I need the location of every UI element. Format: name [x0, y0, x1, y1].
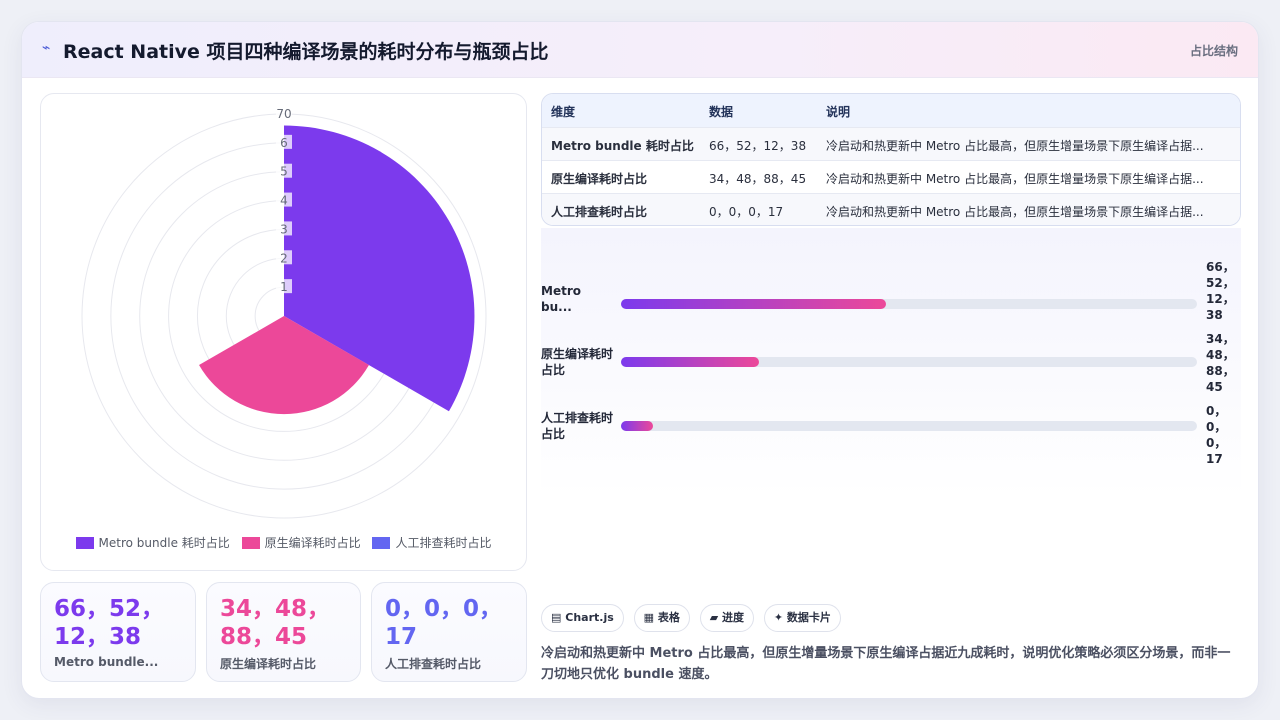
table-cell: 人工排查耗时占比 [551, 205, 648, 219]
table-header-cell: 维度 [551, 105, 576, 119]
stat-card-metro: 66，52，12，38 Metro bundle... [40, 582, 196, 682]
stat-value: 66，52，12，38 [54, 596, 165, 650]
progress-fill [621, 421, 653, 431]
header-tag: 占比结构 [1189, 44, 1238, 58]
bolt-icon: ⌁ [42, 40, 51, 56]
progress-value: 34，48，88，45 [1206, 332, 1235, 394]
header-bar: ⌁ React Native 项目四种编译场景的耗时分布与瓶颈占比 占比结构 [22, 22, 1258, 78]
table-cell: 66，52，12，38 [709, 139, 807, 153]
table-cell: 冷启动和热更新中 Metro 占比最高，但原生增量场景下原生编译占据... [826, 172, 1204, 186]
table-icon: ▦ [643, 611, 655, 624]
progress-list: Metro bu... 66，52，12，38 原生编译耗时占比 34，48，8… [541, 228, 1241, 498]
legend-item-manual[interactable]: 人工排查耗时占比 [372, 534, 491, 551]
progress-value: 0，0，0，17 [1206, 404, 1227, 466]
progress-label: 人工排查耗时占比 [541, 411, 614, 441]
table-header-row: 维度 数据 说明 [542, 94, 1240, 127]
r-tick-label: 5 [280, 165, 288, 179]
feature-chips: ▤ Chart.js ▦ 表格 ▰ 进度 ✦ 数据卡片 [541, 604, 847, 632]
table-row: Metro bundle 耗时占比 66，52，12，38 冷启动和热更新中 M… [542, 127, 1240, 160]
data-table: 维度 数据 说明 Metro bundle 耗时占比 66，52，12，38 冷… [541, 93, 1241, 226]
sparkle-icon: ✦ [773, 611, 784, 624]
stat-label: Metro bundle... [54, 655, 159, 669]
table-row: 原生编译耗时占比 34，48，88，45 冷启动和热更新中 Metro 占比最高… [542, 160, 1240, 193]
r-tick-label: 6 [280, 136, 288, 150]
table-cell: 冷启动和热更新中 Metro 占比最高，但原生增量场景下原生编译占据... [826, 139, 1204, 153]
table-row: 人工排查耗时占比 0，0，0，17 冷启动和热更新中 Metro 占比最高，但原… [542, 193, 1240, 225]
chart-legend: Metro bundle 耗时占比 原生编译耗时占比 人工排查耗时占比 [41, 534, 526, 551]
progress-track [621, 357, 1197, 367]
chip-chartjs[interactable]: ▤ Chart.js [541, 604, 624, 632]
polar-chart-panel: 1 2 3 4 5 6 70 Metro bundle 耗时占比 原生编译耗时占比 人工排查… [40, 93, 527, 571]
chip-progress[interactable]: ▰ 进度 [699, 604, 755, 632]
table-header-cell: 数据 [709, 105, 734, 119]
stat-label: 人工排查耗时占比 [385, 657, 482, 671]
table-cell: 0，0，0，17 [709, 205, 784, 219]
table-cell: 原生编译耗时占比 [551, 172, 648, 186]
r-tick-label: 1 [280, 280, 288, 294]
r-tick-label: 2 [280, 251, 288, 265]
progress-value: 66，52，12，38 [1206, 260, 1235, 322]
r-tick-label: 70 [276, 107, 291, 121]
page-title: React Native 项目四种编译场景的耗时分布与瓶颈占比 [63, 41, 549, 63]
dashboard-card: ⌁ React Native 项目四种编译场景的耗时分布与瓶颈占比 占比结构 1… [21, 21, 1259, 699]
table-cell: Metro bundle 耗时占比 [551, 139, 694, 153]
progress-fill [621, 299, 886, 309]
progress-label: 原生编译耗时占比 [541, 347, 614, 377]
progress-label: Metro bu... [541, 284, 581, 314]
stat-label: 原生编译耗时占比 [220, 657, 317, 671]
stat-card-native: 34，48，88，45 原生编译耗时占比 [206, 582, 361, 682]
summary-text: 冷启动和热更新中 Metro 占比最高，但原生增量场景下原生编译占据近九成耗时，… [541, 646, 1231, 682]
legend-item-native[interactable]: 原生编译耗时占比 [241, 534, 361, 551]
table-cell: 冷启动和热更新中 Metro 占比最高，但原生增量场景下原生编译占据... [826, 205, 1204, 219]
progress-track [621, 299, 1197, 309]
stat-value: 0，0，0，17 [385, 596, 503, 650]
chart-icon: ▤ [551, 611, 562, 624]
stat-card-manual: 0，0，0，17 人工排查耗时占比 [371, 582, 527, 682]
progress-fill [621, 357, 760, 367]
r-tick-label: 4 [280, 194, 288, 208]
progress-icon: ▰ [709, 611, 719, 624]
progress-track [621, 421, 1197, 431]
table-cell: 34，48，88，45 [709, 172, 807, 186]
legend-item-metro[interactable]: Metro bundle 耗时占比 [75, 534, 230, 551]
chip-table[interactable]: ▦ 表格 [633, 604, 690, 632]
polar-area-chart: 1 2 3 4 5 6 70 [81, 106, 487, 519]
r-tick-label: 3 [280, 222, 288, 236]
table-header-cell: 说明 [826, 105, 851, 119]
stat-value: 34，48，88，45 [220, 596, 331, 650]
chip-datacard[interactable]: ✦ 数据卡片 [763, 604, 841, 632]
